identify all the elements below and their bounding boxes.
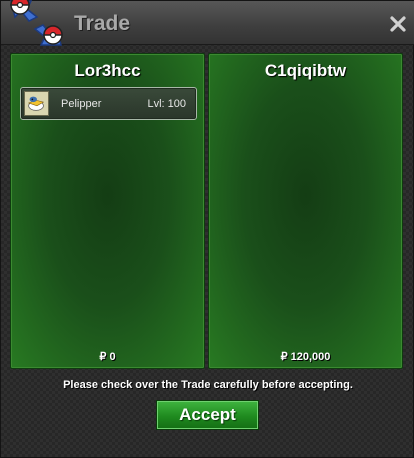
- my-trade-panel: Lor3hcc Pelipper Lvl: 100 ₽ 0: [10, 53, 205, 369]
- close-icon[interactable]: [387, 13, 409, 35]
- player-name-left: Lor3hcc: [74, 61, 141, 80]
- window-title: Trade: [74, 12, 131, 35]
- pokemon-name: Pelipper: [61, 98, 102, 110]
- money-offer-left: ₽ 0: [99, 351, 116, 363]
- money-offer-right: ₽ 120,000: [280, 351, 331, 363]
- pokemon-level: Lvl: 100: [147, 98, 186, 110]
- partner-trade-panel: C1qiqibtw ₽ 120,000: [208, 53, 403, 369]
- trade-swap-icon: [10, 0, 63, 46]
- accept-button[interactable]: Accept: [156, 400, 259, 430]
- trade-notice: Please check over the Trade carefully be…: [63, 379, 353, 391]
- pokemon-slot[interactable]: Pelipper Lvl: 100: [20, 87, 197, 120]
- trade-window: Trade Lor3hcc Pelipper Lvl: 100 ₽ 0 C1qi…: [0, 0, 414, 458]
- title-bar[interactable]: Trade: [1, 0, 414, 46]
- player-name-right: C1qiqibtw: [264, 61, 347, 80]
- pelipper-icon: [24, 91, 49, 116]
